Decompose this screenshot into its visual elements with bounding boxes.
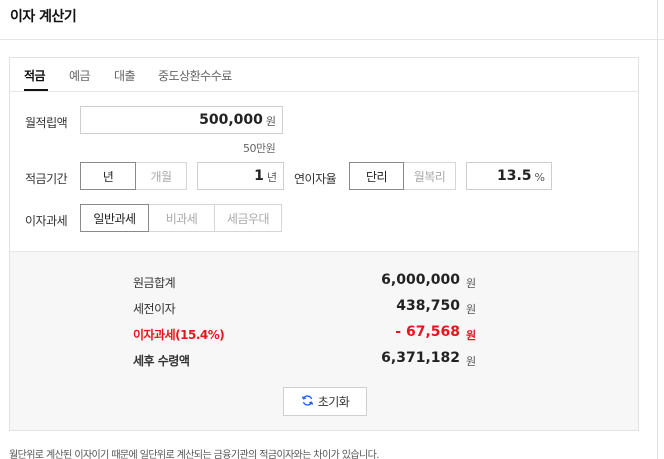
tax-general-option[interactable]: 일반과세 xyxy=(80,204,149,232)
rate-label: 연이자율 xyxy=(294,172,337,186)
tax-type-toggle: 일반과세 비과세 세금우대 xyxy=(80,204,282,232)
tax-label: 이자과세 xyxy=(25,214,68,228)
result-panel: 원금합계 6,000,000 원 세전이자 438,750 원 이자과세(15.… xyxy=(10,251,638,430)
deposit-value: 500,000 xyxy=(199,112,263,128)
rate-simple-option[interactable]: 단리 xyxy=(349,162,404,190)
header: 이자 계산기 xyxy=(0,0,664,40)
after-tax-label: 세후 수령액 xyxy=(133,354,190,368)
deposit-input[interactable]: 500,000 원 xyxy=(80,106,283,134)
rate-input[interactable]: 13.5 % xyxy=(466,162,552,190)
pretax-interest-unit: 원 xyxy=(466,303,477,316)
interest-tax-label: 이자과세(15.4%) xyxy=(133,328,225,342)
principal-total-value: 6,000,000 xyxy=(381,272,460,288)
period-year-option[interactable]: 년 xyxy=(80,162,136,190)
tax-preferential-option[interactable]: 세금우대 xyxy=(215,204,282,232)
tab-bar: 적금 예금 대출 중도상환수수료 xyxy=(10,58,638,92)
tab-savings[interactable]: 적금 xyxy=(24,67,46,84)
tab-deposit[interactable]: 예금 xyxy=(69,67,91,84)
pretax-interest-label: 세전이자 xyxy=(133,302,176,316)
pretax-interest-value: 438,750 xyxy=(396,298,460,314)
after-tax-value: 6,371,182 xyxy=(381,350,460,366)
page-title: 이자 계산기 xyxy=(10,9,77,25)
reset-label: 초기화 xyxy=(317,395,350,409)
principal-total-unit: 원 xyxy=(466,277,477,290)
interest-tax-unit: 원 xyxy=(466,329,477,342)
calculator-panel: 적금 예금 대출 중도상환수수료 월적립액 500,000 원 50만원 적금기… xyxy=(9,57,639,431)
rate-compound-option[interactable]: 월복리 xyxy=(404,162,456,190)
refresh-icon xyxy=(301,392,314,411)
divider xyxy=(657,0,658,459)
deposit-hint: 50만원 xyxy=(243,142,276,155)
tax-free-option[interactable]: 비과세 xyxy=(149,204,215,232)
tab-prepayment-fee[interactable]: 중도상환수수료 xyxy=(158,67,232,84)
period-month-option[interactable]: 개월 xyxy=(136,162,187,190)
footnote: 월단위로 계산된 이자이기 때문에 일단위로 계산되는 금융기관의 적금이자와는… xyxy=(9,450,379,459)
period-label: 적금기간 xyxy=(25,172,68,186)
rate-value: 13.5 xyxy=(497,168,532,184)
period-input[interactable]: 1 년 xyxy=(197,162,284,190)
after-tax-unit: 원 xyxy=(466,355,477,368)
deposit-label: 월적립액 xyxy=(25,116,68,130)
principal-total-label: 원금합계 xyxy=(133,276,176,290)
rate-type-toggle: 단리 월복리 xyxy=(349,162,456,190)
tab-loan[interactable]: 대출 xyxy=(114,67,136,84)
period-unit: 년 xyxy=(266,171,277,184)
deposit-unit: 원 xyxy=(265,115,276,128)
period-value: 1 xyxy=(254,168,264,184)
period-unit-toggle: 년 개월 xyxy=(80,162,187,190)
active-tab-indicator xyxy=(24,89,48,91)
reset-button[interactable]: 초기화 xyxy=(283,387,367,416)
rate-unit: % xyxy=(534,170,545,184)
interest-tax-value: - 67,568 xyxy=(395,324,460,340)
